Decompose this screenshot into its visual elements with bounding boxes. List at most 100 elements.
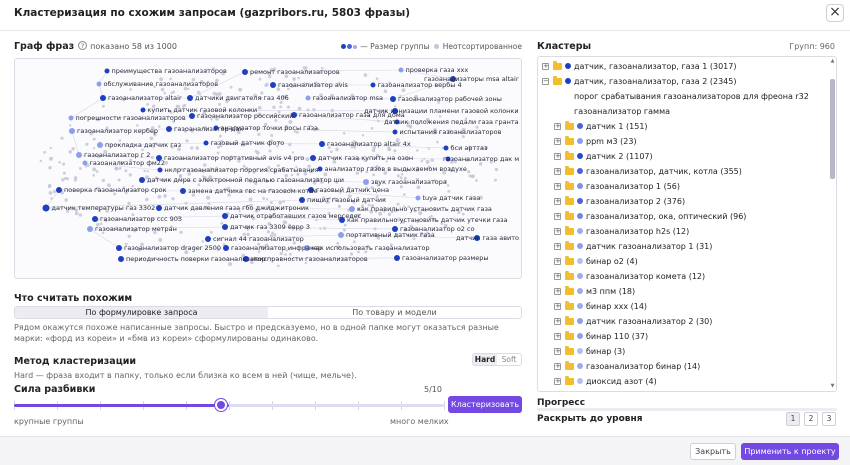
graph-node[interactable] <box>222 213 228 219</box>
phrase-graph[interactable]: преимущества газоанализаторов обслуживани… <box>14 58 522 279</box>
tree-scrollbar[interactable]: ▲ ▼ <box>830 59 835 389</box>
scroll-up-icon[interactable]: ▲ <box>830 59 835 64</box>
cluster-row[interactable]: + газоанализатор 1 (56) <box>538 179 828 194</box>
cluster-row[interactable]: + ppm м3 (23) <box>538 134 828 149</box>
graph-node[interactable] <box>222 224 228 230</box>
apply-button[interactable]: Применить к проекту <box>741 443 839 460</box>
graph-node[interactable] <box>68 115 74 121</box>
graph-node[interactable] <box>370 82 376 88</box>
graph-node[interactable] <box>92 216 98 222</box>
expand-icon[interactable]: + <box>554 378 561 385</box>
expand-icon[interactable]: + <box>554 273 561 280</box>
cluster-row[interactable]: + датчик газоанализатор 1 (31) <box>538 239 828 254</box>
graph-node[interactable] <box>97 142 103 148</box>
cluster-row[interactable]: + газоанализатор 2 (376) <box>538 194 828 209</box>
expand-icon[interactable]: + <box>554 288 561 295</box>
graph-node[interactable] <box>180 188 186 194</box>
expand-icon[interactable]: + <box>554 318 561 325</box>
graph-node[interactable] <box>187 95 193 101</box>
help-icon[interactable]: ? <box>78 41 88 50</box>
graph-node[interactable] <box>118 256 124 262</box>
graph-node[interactable] <box>394 255 400 261</box>
graph-node[interactable] <box>87 226 93 232</box>
cluster-row[interactable]: + датчик 2 (1107) <box>538 149 828 164</box>
graph-node[interactable] <box>69 128 75 134</box>
cluster-row[interactable]: + газоанализатор комета (12) <box>538 269 828 284</box>
expand-icon[interactable]: + <box>554 123 561 130</box>
graph-node[interactable] <box>338 232 344 238</box>
graph-node[interactable] <box>299 197 305 203</box>
expand-icon[interactable]: + <box>554 198 561 205</box>
graph-node[interactable] <box>415 195 421 201</box>
scroll-thumb[interactable] <box>830 79 835 179</box>
slider-thumb[interactable] <box>215 399 227 411</box>
graph-node[interactable] <box>270 82 276 88</box>
graph-node[interactable] <box>398 67 404 73</box>
graph-node[interactable] <box>82 160 88 166</box>
cluster-row[interactable]: + датчик газоанализатор 2 (30) <box>538 314 828 329</box>
graph-node[interactable] <box>223 245 229 251</box>
collapse-icon[interactable]: − <box>542 78 549 85</box>
graph-node[interactable] <box>319 141 325 147</box>
graph-node[interactable] <box>242 69 248 75</box>
graph-node[interactable] <box>140 107 146 113</box>
graph-node[interactable] <box>116 245 122 251</box>
similarity-option-wording[interactable]: По формулировке запроса <box>15 307 268 318</box>
cluster-row[interactable]: + бинар ххх (14) <box>538 299 828 314</box>
graph-node[interactable] <box>390 96 396 102</box>
graph-node[interactable] <box>76 152 82 158</box>
cluster-row[interactable]: − датчик, газоанализатор, газа 2 (2345) <box>538 74 828 89</box>
close-button[interactable]: Закрыть <box>690 443 736 460</box>
cluster-row[interactable]: + м3 ппм (18) <box>538 284 828 299</box>
expand-icon[interactable]: + <box>554 153 561 160</box>
cluster-row[interactable]: + датчик 1 (151) <box>538 119 828 134</box>
cluster-row[interactable]: порог срабатывания газоанализаторов для … <box>538 89 828 104</box>
graph-node[interactable] <box>157 167 163 173</box>
expand-icon[interactable]: + <box>554 348 561 355</box>
expand-icon[interactable]: + <box>554 258 561 265</box>
graph-node[interactable] <box>205 236 211 242</box>
expand-icon[interactable]: + <box>554 363 561 370</box>
graph-node[interactable] <box>392 129 398 135</box>
close-icon[interactable]: × <box>826 4 844 22</box>
level-3-button[interactable]: 3 <box>822 412 836 426</box>
cluster-row[interactable]: + бинар о2 (4) <box>538 254 828 269</box>
graph-node[interactable] <box>42 204 50 212</box>
graph-node[interactable] <box>100 95 106 101</box>
cluster-row[interactable]: + бинар 110 (37) <box>538 329 828 344</box>
graph-node[interactable] <box>139 177 145 183</box>
expand-icon[interactable]: + <box>542 63 549 70</box>
level-1-button[interactable]: 1 <box>786 412 800 426</box>
graph-node[interactable] <box>104 68 110 74</box>
method-hard[interactable]: Hard <box>473 354 497 365</box>
level-2-button[interactable]: 2 <box>804 412 818 426</box>
cluster-row[interactable]: + диоксид азот (4) <box>538 374 828 389</box>
clusterize-button[interactable]: Кластеризовать <box>448 396 522 413</box>
graph-node[interactable] <box>443 145 449 151</box>
graph-node[interactable] <box>166 126 172 132</box>
graph-node[interactable] <box>156 205 162 211</box>
expand-icon[interactable]: + <box>554 213 561 220</box>
cluster-row[interactable]: + бинар (3) <box>538 344 828 359</box>
strength-slider[interactable] <box>14 399 444 411</box>
expand-icon[interactable]: + <box>554 183 561 190</box>
expand-icon[interactable]: + <box>554 228 561 235</box>
cluster-row[interactable]: + газоанализатор, ока, оптический (96) <box>538 209 828 224</box>
graph-node[interactable] <box>305 95 311 101</box>
graph-node[interactable] <box>56 187 62 193</box>
similarity-option-product[interactable]: По товару и модели <box>268 307 521 318</box>
expand-icon[interactable]: + <box>554 333 561 340</box>
graph-node[interactable] <box>203 140 209 146</box>
scroll-down-icon[interactable]: ▼ <box>830 384 835 389</box>
expand-icon[interactable]: + <box>554 168 561 175</box>
cluster-row[interactable]: + газоанализатор бинар (14) <box>538 359 828 374</box>
cluster-row[interactable]: + газоанализатор, датчик, котла (355) <box>538 164 828 179</box>
cluster-row[interactable]: + газоанализатор h2s (12) <box>538 224 828 239</box>
graph-node[interactable] <box>310 155 316 161</box>
expand-icon[interactable]: + <box>554 138 561 145</box>
expand-icon[interactable]: + <box>554 303 561 310</box>
cluster-row[interactable]: + датчик, газоанализатор, газа 1 (3017) <box>538 59 828 74</box>
method-soft[interactable]: Soft <box>497 354 521 365</box>
graph-node[interactable] <box>96 81 102 87</box>
expand-icon[interactable]: + <box>554 243 561 250</box>
